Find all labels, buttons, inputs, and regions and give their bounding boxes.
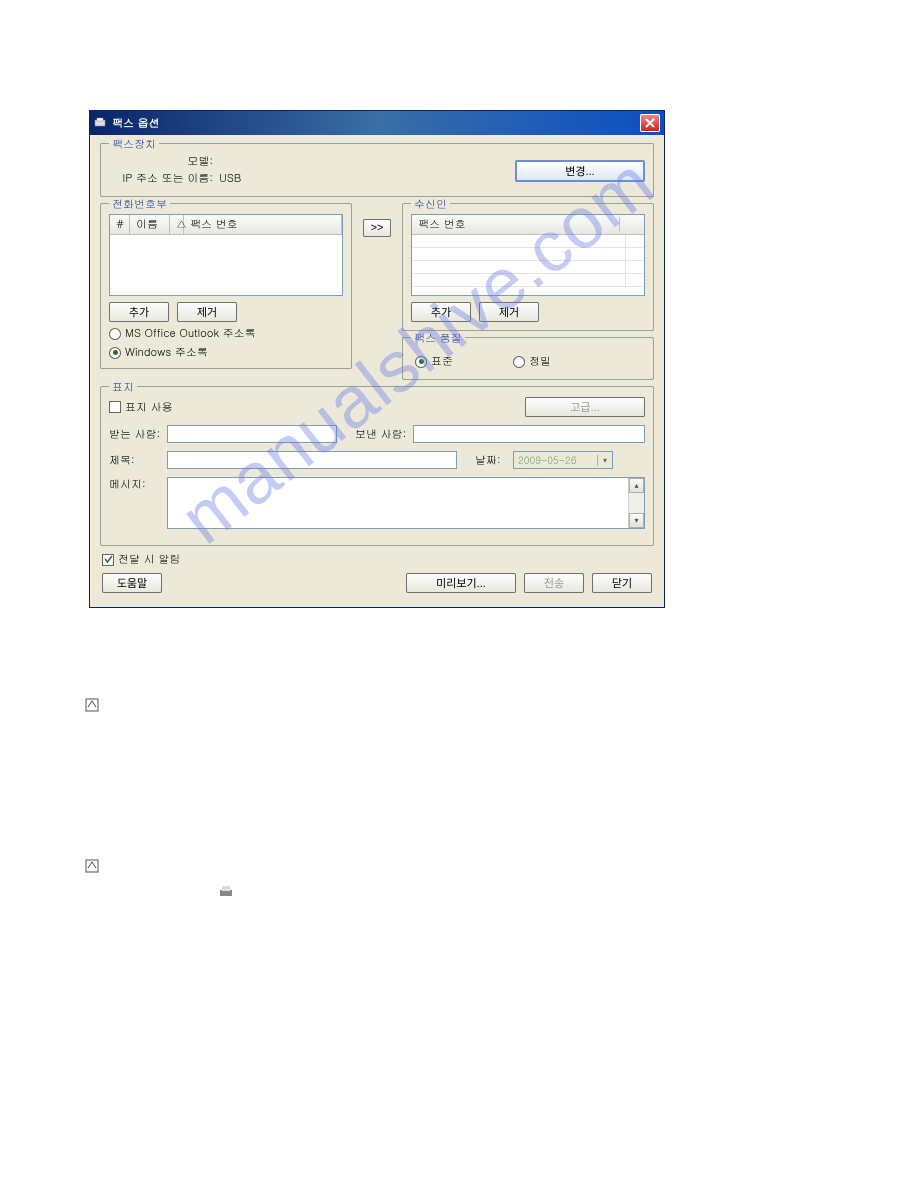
printer-icon [218,884,234,900]
close-icon[interactable] [640,114,660,132]
radio-outlook-row[interactable]: MS Office Outlook 주소록 [109,326,343,341]
send-button[interactable]: 전송 [524,573,584,593]
note-icon [84,858,100,874]
phonebook-list[interactable]: # 이름 △ 팩스 번호 [109,214,343,296]
to-input[interactable] [167,425,337,443]
notify-label: 전달 시 알림 [118,552,180,567]
col-sort[interactable]: △ [170,215,184,234]
quality-group: 팩스 품질 표준 정밀 [402,337,654,380]
scrollbar[interactable]: ▴ ▾ [628,478,644,528]
transfer-button[interactable]: >> [363,219,391,237]
change-button[interactable]: 변경... [515,160,645,182]
preview-button[interactable]: 미리보기... [406,573,516,593]
radio-outlook[interactable] [109,328,121,340]
titlebar[interactable]: 팩스 옵션 [90,111,664,135]
scroll-down-icon[interactable]: ▾ [629,513,644,528]
phonebook-legend: 전화번호부 [109,197,170,212]
message-textarea[interactable]: ▴ ▾ [167,477,645,529]
recipient-add-button[interactable]: 추가 [411,302,471,322]
phonebook-remove-button[interactable]: 제거 [177,302,237,322]
date-value: 2009-05-26 [514,453,597,467]
radio-outlook-label: MS Office Outlook 주소록 [125,326,256,341]
close-button[interactable]: 닫기 [592,573,652,593]
radio-fine-row[interactable]: 정밀 [513,354,551,369]
dialog-title: 팩스 옵션 [112,116,160,131]
fax-options-dialog: 팩스 옵션 팩스장치 모델: IP 주소 또는 이름: USB [89,110,665,608]
radio-standard-row[interactable]: 표준 [415,354,453,369]
scroll-up-icon[interactable]: ▴ [629,478,644,493]
radio-windows-label: Windows 주소록 [125,345,208,360]
note-icon [84,697,100,713]
col-name[interactable]: 이름 [130,215,170,234]
cover-legend: 표지 [109,380,137,395]
ip-label: IP 주소 또는 이름: [109,171,219,186]
phonebook-add-button[interactable]: 추가 [109,302,169,322]
dialog-content: 팩스장치 모델: IP 주소 또는 이름: USB 변경... [90,135,664,607]
use-cover-label: 표지 사용 [125,400,173,415]
recipient-col-spacer [620,217,638,232]
recipient-group: 수신인 팩스 번호 추가 [402,203,654,331]
recipient-col-faxno[interactable]: 팩스 번호 [418,217,620,232]
phonebook-group: 전화번호부 # 이름 △ 팩스 번호 추가 제거 [100,203,352,369]
recipient-legend: 수신인 [411,197,450,212]
subject-input[interactable] [167,451,457,469]
subject-label: 제목: [109,453,161,468]
col-hash[interactable]: # [110,215,130,234]
col-faxno[interactable]: 팩스 번호 [184,215,342,234]
date-label: 날짜: [475,453,507,468]
from-input[interactable] [413,425,645,443]
recipient-remove-button[interactable]: 제거 [479,302,539,322]
message-label: 메시지: [109,477,161,492]
radio-standard-label: 표준 [431,354,453,369]
table-row[interactable] [412,235,644,248]
to-label: 받는 사람: [109,427,161,442]
fax-device-legend: 팩스장치 [109,137,159,152]
radio-fine-label: 정밀 [529,354,551,369]
date-picker[interactable]: 2009-05-26 ▾ [513,451,613,469]
fax-device-group: 팩스장치 모델: IP 주소 또는 이름: USB 변경... [100,143,654,197]
advanced-button[interactable]: 고급... [525,397,645,417]
radio-fine[interactable] [513,356,525,368]
recipient-grid[interactable]: 팩스 번호 [411,214,645,296]
chevron-down-icon[interactable]: ▾ [597,455,612,466]
quality-legend: 팩스 품질 [411,331,465,346]
fax-icon [94,117,108,129]
radio-windows-row[interactable]: Windows 주소록 [109,345,343,360]
cover-group: 표지 표지 사용 고급... 받는 사람: 보낸 사람: 제목: 날짜 [100,386,654,546]
notify-checkbox[interactable] [102,554,114,566]
help-button[interactable]: 도움말 [102,573,162,593]
use-cover-checkbox[interactable] [109,401,121,413]
ip-value: USB [219,171,241,186]
table-row[interactable] [412,248,644,261]
table-row[interactable] [412,274,644,287]
radio-windows[interactable] [109,347,121,359]
radio-standard[interactable] [415,356,427,368]
from-label: 보낸 사람: [355,427,407,442]
model-label: 모델: [109,154,219,169]
table-row[interactable] [412,261,644,274]
